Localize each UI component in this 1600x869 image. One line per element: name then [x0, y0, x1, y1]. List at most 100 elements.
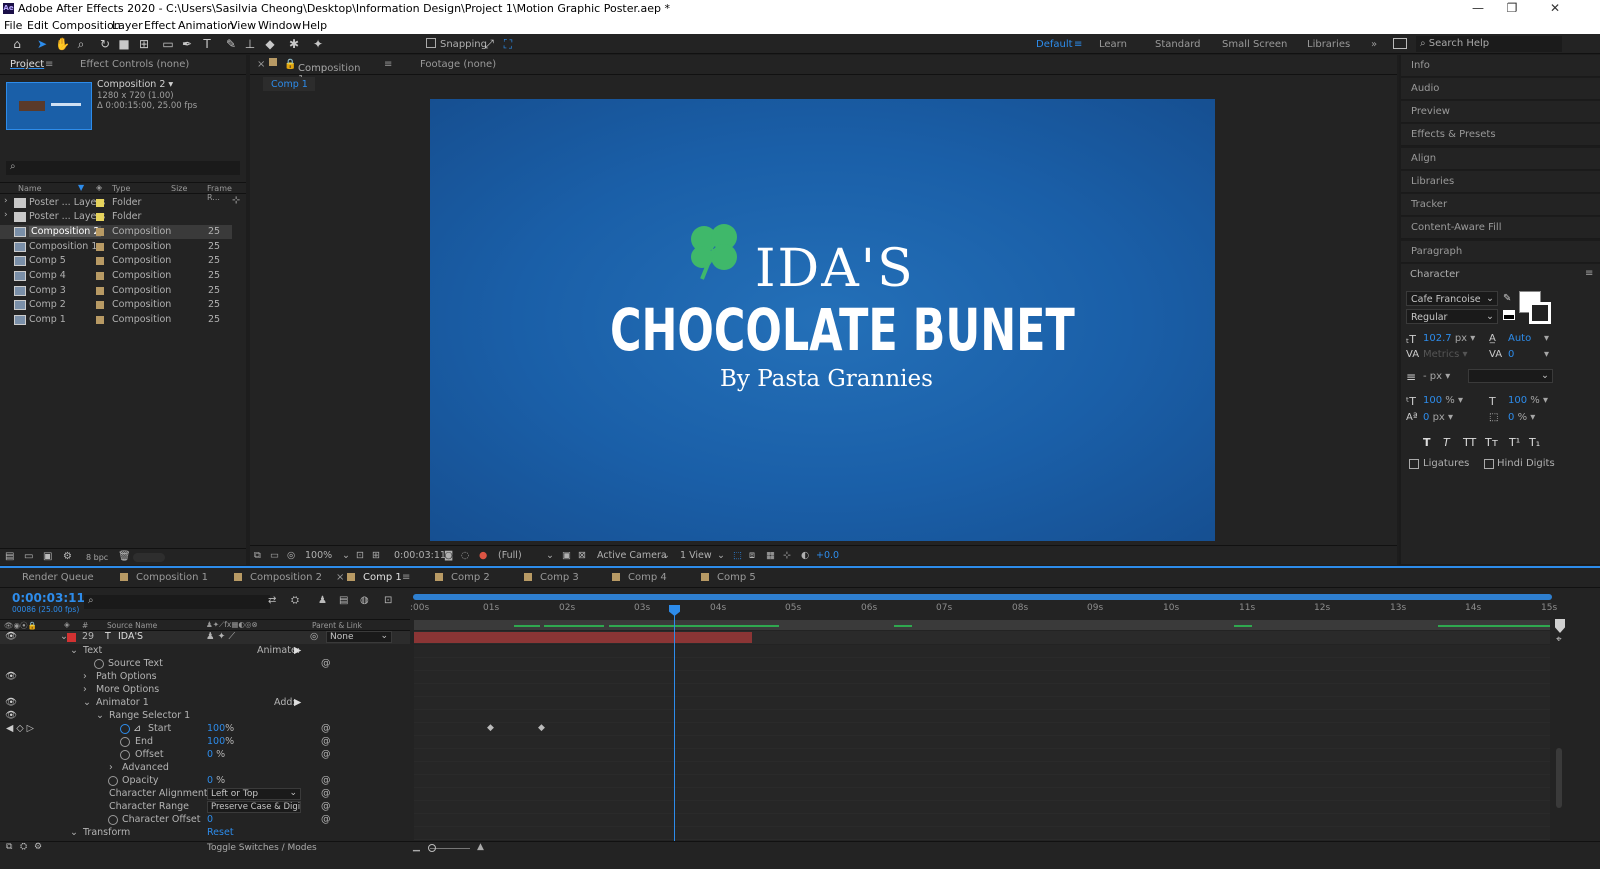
work-area-bar[interactable] — [413, 594, 1552, 600]
expression-pickwhip-icon[interactable]: @ — [321, 736, 331, 747]
chevron-down-icon[interactable]: ⌄ — [717, 550, 725, 561]
subscript-button[interactable]: T₁ — [1529, 436, 1540, 449]
property-row[interactable]: ⌄ Text Animate: ▶ — [0, 645, 410, 658]
stopwatch-active-icon[interactable] — [120, 724, 130, 734]
label-color-chip[interactable] — [96, 199, 104, 207]
reset-exposure-icon[interactable]: ◐ — [801, 550, 809, 561]
chevron-down-icon[interactable]: ⌄ — [546, 550, 554, 561]
chevron-down-icon[interactable]: ▾ — [1544, 349, 1549, 360]
keyframe-diamond-icon[interactable]: ◆ — [538, 723, 545, 733]
stopwatch-icon[interactable] — [108, 776, 118, 786]
lock-icon[interactable]: 🔒 — [284, 59, 296, 70]
tab-comp-3[interactable]: Comp 3 — [540, 572, 579, 583]
playhead-line[interactable] — [674, 606, 675, 841]
col-source-name[interactable]: Source Name — [107, 621, 157, 630]
expand-arrow-icon[interactable]: › — [109, 762, 113, 773]
workspace-default[interactable]: Default — [1036, 39, 1073, 50]
brush-tool-icon[interactable]: ✎ — [224, 37, 238, 51]
views-select[interactable]: 1 View — [680, 550, 712, 561]
property-row[interactable]: 👁 ⌄ Animator 1 Add: ▶ — [0, 697, 410, 710]
property-row[interactable]: › Advanced — [0, 762, 410, 775]
col-name[interactable]: Name — [18, 184, 42, 193]
faux-bold-button[interactable]: T — [1423, 436, 1431, 449]
close-icon[interactable]: ✕ — [1545, 1, 1565, 15]
layer-switches-toggle-icon[interactable]: ⧉ — [6, 842, 12, 852]
tab-footage[interactable]: Footage (none) — [420, 59, 496, 70]
snapping-checkbox[interactable] — [426, 38, 436, 48]
label-color-chip[interactable] — [96, 272, 104, 280]
property-row[interactable]: › More Options — [0, 684, 410, 697]
exposure-value[interactable]: +0.0 — [816, 550, 839, 561]
menu-effect[interactable]: Effect — [144, 19, 176, 32]
pen-tool-icon[interactable]: ✒ — [180, 37, 194, 51]
stopwatch-icon[interactable] — [94, 659, 104, 669]
tab-comp-2[interactable]: Comp 2 — [451, 572, 490, 583]
resolution-select[interactable]: (Full) — [498, 550, 522, 561]
swap-colors-icon[interactable] — [1503, 310, 1515, 320]
stopwatch-icon[interactable] — [120, 750, 130, 760]
property-row[interactable]: ⌄ Transform Reset — [0, 827, 410, 840]
project-menu-icon[interactable]: ≡ — [45, 59, 53, 70]
menu-composition[interactable]: Composition — [52, 19, 121, 32]
ligatures-checkbox[interactable] — [1409, 459, 1419, 469]
grid-icon[interactable]: ⊞ — [372, 550, 380, 561]
camera-select[interactable]: Active Camera — [597, 550, 667, 561]
col-parent-link[interactable]: Parent & Link — [312, 621, 362, 630]
offset-value[interactable]: 0 % — [207, 749, 225, 760]
navigator-end-handle[interactable] — [1555, 619, 1565, 633]
eye-icon[interactable]: 👁 — [5, 697, 17, 708]
show-snapshot-icon[interactable]: ◌ — [461, 550, 469, 561]
current-time-display[interactable]: 0:00:03:11 — [394, 550, 446, 561]
pickwhip-icon[interactable]: ◎ — [310, 631, 318, 642]
expand-arrow-icon[interactable]: ⌄ — [83, 697, 91, 708]
panel-paragraph[interactable]: Paragraph — [1401, 241, 1600, 263]
pan-behind-icon[interactable]: ⊞ — [137, 37, 151, 51]
eye-icon[interactable]: 👁 — [5, 631, 17, 642]
property-row[interactable]: Character Range Preserve Case & Digit @ — [0, 801, 410, 814]
bpc-label[interactable]: 8 bpc — [86, 553, 108, 562]
start-value[interactable]: 100% — [207, 723, 234, 734]
animate-menu-icon[interactable]: ▶ — [294, 645, 301, 656]
stroke-width-value[interactable]: - px ▾ — [1423, 371, 1450, 382]
breadcrumb[interactable]: Comp 1 — [263, 77, 315, 91]
roto-brush-icon[interactable]: ✱ — [287, 37, 301, 51]
stroke-color-swatch[interactable] — [1529, 302, 1551, 324]
expression-pickwhip-icon[interactable]: @ — [321, 788, 331, 799]
tab-comp-4[interactable]: Comp 4 — [628, 572, 667, 583]
horizontal-scale-value[interactable]: 100 % ▾ — [1508, 395, 1548, 406]
list-item[interactable]: Comp 4 Composition 25 — [0, 269, 232, 283]
property-row[interactable]: Offset 0 % @ — [0, 749, 410, 762]
timecode-display[interactable]: 0:00:03:11 — [12, 591, 85, 605]
eyedropper-icon[interactable]: ✎ — [1503, 293, 1511, 304]
menu-edit[interactable]: Edit — [27, 19, 48, 32]
expand-arrow-icon[interactable]: ⌄ — [96, 710, 104, 721]
all-caps-button[interactable]: TT — [1463, 436, 1476, 449]
close-tab-icon[interactable]: × — [257, 59, 265, 70]
thumbnail-slider[interactable] — [133, 553, 165, 562]
toggle-pixel-icon[interactable]: ⬚ — [733, 550, 742, 561]
panel-preview[interactable]: Preview — [1401, 101, 1600, 123]
zoom-in-icon[interactable]: ▲ — [477, 842, 484, 852]
rectangle-tool-icon[interactable]: ▭ — [161, 37, 175, 51]
font-style-select[interactable]: Regular ⌄ — [1406, 309, 1498, 324]
list-item[interactable]: Comp 1 Composition 25 — [0, 313, 232, 327]
snap-features-icon[interactable]: ⛶ — [501, 37, 515, 51]
tab-project[interactable]: Project — [10, 59, 44, 70]
trash-icon[interactable]: 🗑 — [118, 551, 131, 562]
zoom-slider-thumb[interactable] — [428, 844, 436, 852]
time-ruler[interactable]: :00s 01s 02s 03s 04s 05s 06s 07s 08s 09s… — [410, 591, 1557, 623]
opacity-value[interactable]: 0 % — [207, 775, 225, 786]
tab-comp-5[interactable]: Comp 5 — [717, 572, 756, 583]
baseline-shift-value[interactable]: 0 px ▾ — [1423, 412, 1453, 423]
close-tab-icon[interactable]: × — [336, 572, 344, 583]
stopwatch-icon[interactable] — [120, 737, 130, 747]
workspace-small-screen[interactable]: Small Screen — [1222, 39, 1287, 50]
leading-value[interactable]: Auto — [1508, 333, 1531, 344]
character-offset-value[interactable]: 0 — [207, 814, 213, 825]
workspace-libraries[interactable]: Libraries — [1307, 39, 1350, 50]
composition-mini-flowchart-icon[interactable]: ⇄ — [268, 595, 276, 606]
new-composition-icon[interactable]: ▣ — [43, 551, 52, 562]
av-features-icon[interactable]: 👁◉⦿🔒 — [4, 620, 37, 631]
type-tool-icon[interactable]: T — [200, 37, 214, 51]
monitor-icon[interactable]: ▭ — [270, 550, 279, 561]
